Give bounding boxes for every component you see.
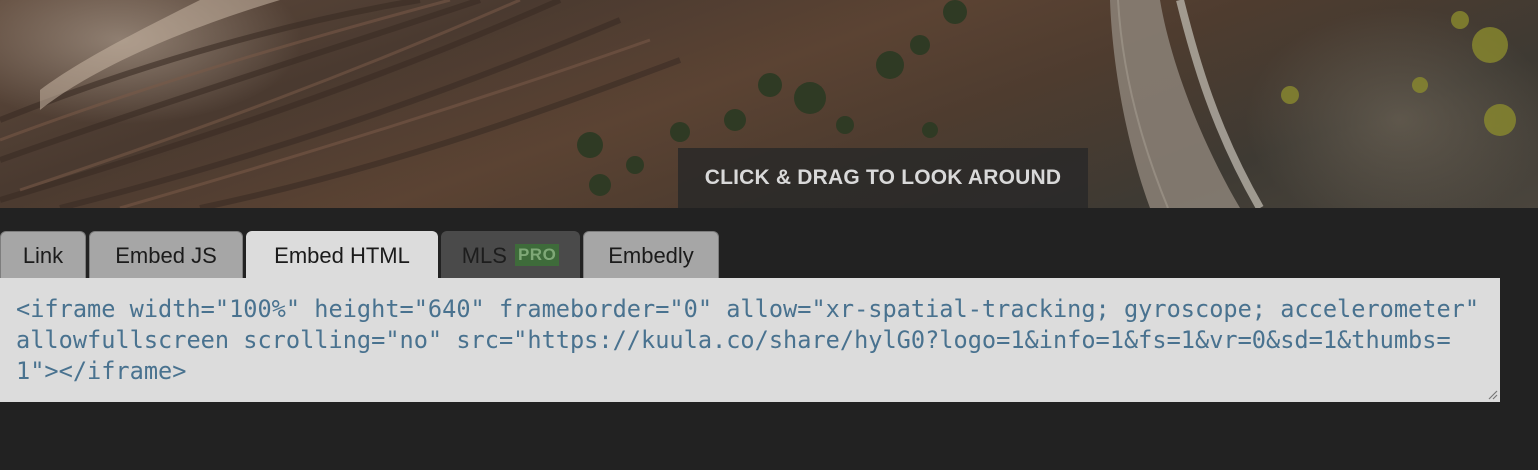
tab-embed-html-label: Embed HTML [274, 242, 410, 268]
embed-code-text: <iframe width="100%" height="640" frameb… [16, 295, 1480, 385]
tab-embedly[interactable]: Embedly [583, 231, 719, 278]
share-embed-panel: CLICK & DRAG TO LOOK AROUND Link Embed J… [0, 0, 1538, 470]
tab-embed-js-label: Embed JS [115, 242, 217, 268]
resize-handle-icon[interactable] [1486, 388, 1498, 400]
tab-embed-html[interactable]: Embed HTML [246, 231, 438, 278]
pro-badge: PRO [514, 244, 560, 266]
tab-link-label: Link [22, 242, 64, 268]
embed-code-textarea[interactable]: <iframe width="100%" height="640" frameb… [0, 278, 1500, 402]
panorama-viewer[interactable]: CLICK & DRAG TO LOOK AROUND [0, 0, 1538, 208]
tab-link[interactable]: Link [0, 231, 86, 278]
tab-embed-js[interactable]: Embed JS [89, 231, 243, 278]
tab-embedly-label: Embedly [608, 242, 694, 268]
share-tabs: Link Embed JS Embed HTML MLS PRO Embedly [0, 231, 719, 278]
drag-to-look-hint: CLICK & DRAG TO LOOK AROUND [678, 148, 1088, 208]
tab-mls[interactable]: MLS PRO [441, 231, 580, 278]
tab-mls-label: MLS [461, 242, 507, 268]
